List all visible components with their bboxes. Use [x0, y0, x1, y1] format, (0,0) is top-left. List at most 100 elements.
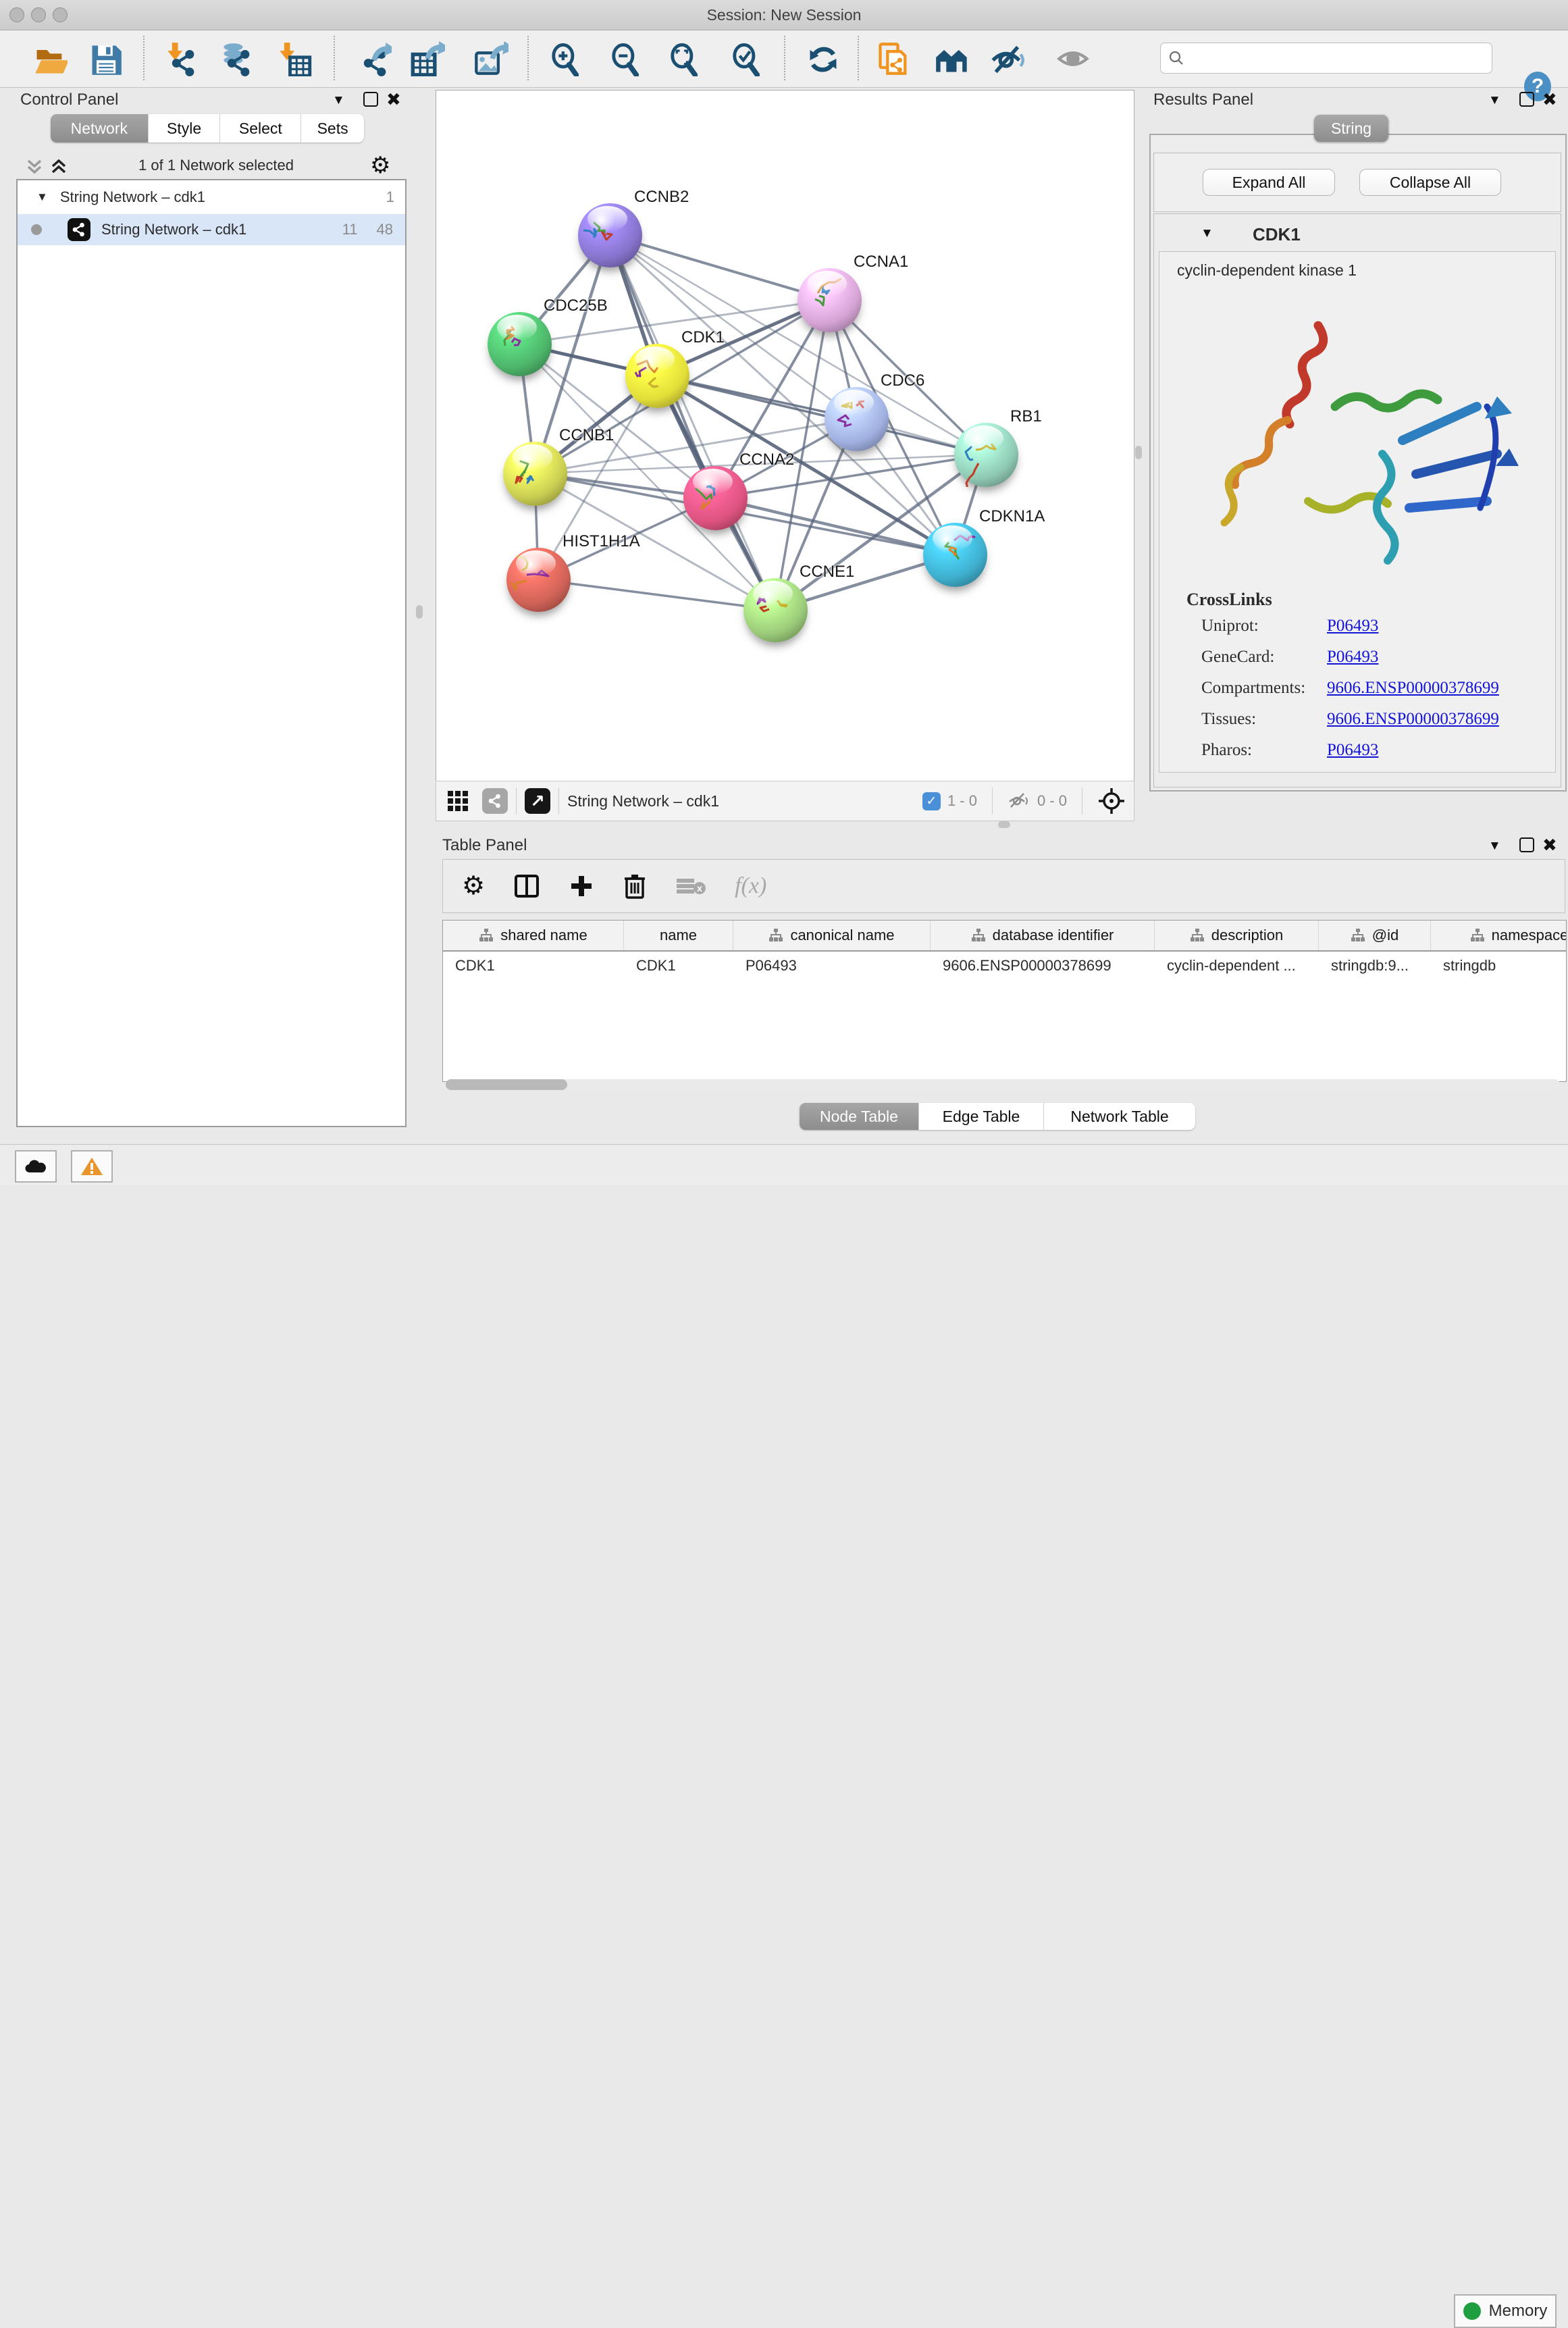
control-panel-float-icon[interactable] [363, 92, 378, 107]
network-options-gear-icon[interactable]: ⚙ [370, 154, 390, 177]
table-cell[interactable]: CDK1 [624, 952, 733, 980]
open-icon[interactable] [32, 41, 68, 76]
tab-string[interactable]: String [1314, 115, 1388, 142]
scrollbar-thumb[interactable] [446, 1079, 567, 1090]
node-RB1[interactable] [954, 423, 1018, 487]
toolbar-separator [527, 36, 529, 80]
create-column-icon[interactable] [569, 873, 594, 899]
expand-all-networks-icon[interactable] [49, 155, 69, 182]
crosslink-value[interactable]: P06493 [1327, 617, 1378, 636]
node-CCNB2[interactable] [578, 203, 642, 267]
fit-selected-crosshair-icon[interactable] [1097, 787, 1126, 815]
table-horizontal-scrollbar[interactable] [446, 1079, 1560, 1090]
node-CDK1[interactable] [625, 344, 689, 408]
results-panel-close-icon[interactable]: ✖ [1542, 90, 1557, 108]
tab-node-table[interactable]: Node Table [800, 1103, 919, 1130]
crosslink-value[interactable]: P06493 [1327, 648, 1378, 667]
column-header-namespace[interactable]: namespace [1431, 921, 1567, 950]
bottom-splitter-handle[interactable] [998, 821, 1010, 828]
node-HIST1H1A[interactable] [506, 548, 571, 612]
results-panel-float-icon[interactable] [1519, 92, 1534, 107]
zoom-selected-icon[interactable] [728, 41, 763, 76]
zoom-in-icon[interactable] [547, 41, 582, 76]
selected-checkbox-icon[interactable]: ✓ [922, 792, 941, 810]
crosslink-value[interactable]: 9606.ENSP00000378699 [1327, 710, 1499, 729]
hidden-eye-icon[interactable] [1008, 791, 1030, 811]
table-panel-close-icon[interactable]: ✖ [1542, 836, 1557, 854]
show-columns-icon[interactable] [513, 873, 540, 900]
export-network-icon[interactable] [357, 41, 392, 76]
node-CDKN1A[interactable] [923, 523, 987, 587]
warnings-button[interactable] [71, 1150, 113, 1183]
edge-CCNB2-CCNA1[interactable] [610, 235, 829, 300]
expand-all-button[interactable]: Expand All [1203, 169, 1335, 196]
tree-collapse-icon[interactable]: ▼ [36, 190, 48, 204]
edge-CCNB2-CCNE1[interactable] [610, 235, 775, 610]
node-CDC6[interactable] [825, 387, 889, 451]
table-panel-float-icon[interactable] [1519, 837, 1534, 852]
tab-select[interactable]: Select [220, 114, 301, 143]
node-CCNA1[interactable] [798, 268, 862, 332]
table-cell[interactable]: 9606.ENSP00000378699 [931, 952, 1155, 980]
copy-style-icon[interactable] [876, 41, 911, 76]
memory-button[interactable]: Memory [1454, 2294, 1557, 2328]
tab-sets[interactable]: Sets [301, 114, 364, 143]
table-cell[interactable]: cyclin-dependent ... [1155, 952, 1319, 980]
table-cell[interactable]: stringdb [1431, 952, 1567, 980]
delete-column-icon[interactable] [623, 872, 647, 900]
warning-icon [80, 1156, 103, 1176]
birdseye-view-icon[interactable]: ↗ [525, 788, 550, 814]
refresh-icon[interactable] [806, 41, 841, 76]
column-header-name[interactable]: name [624, 921, 733, 950]
tab-network-table[interactable]: Network Table [1044, 1103, 1195, 1130]
import-database-icon[interactable] [220, 41, 255, 76]
column-header-canonical-name[interactable]: canonical name [733, 921, 931, 950]
table-cell[interactable]: P06493 [733, 952, 931, 980]
crosslink-value[interactable]: 9606.ENSP00000378699 [1327, 679, 1499, 698]
zoom-fit-icon[interactable] [666, 41, 701, 76]
import-table-icon[interactable] [277, 41, 312, 76]
crosslink-value[interactable]: P06493 [1327, 741, 1378, 760]
network-tree-row[interactable]: String Network – cdk1 11 48 [18, 214, 405, 245]
results-panel-menu-icon[interactable]: ▼ [1488, 93, 1501, 108]
collapse-all-networks-icon[interactable] [24, 155, 45, 182]
column-header--id[interactable]: @id [1319, 921, 1431, 950]
search-input[interactable] [1160, 43, 1492, 74]
export-table-icon[interactable] [410, 41, 445, 76]
collapse-all-button[interactable]: Collapse All [1359, 169, 1501, 196]
eye-icon[interactable] [1056, 41, 1091, 76]
import-network-icon[interactable] [165, 41, 200, 76]
control-panel-menu-icon[interactable]: ▼ [332, 93, 345, 108]
edge-HIST1H1A-CCNE1[interactable] [538, 579, 775, 610]
node-CDC25B[interactable] [488, 312, 552, 376]
network-canvas[interactable]: CCNB2CCNA1CDC25BCDK1CDC6RB1CCNB1CCNA2CDK… [436, 90, 1134, 781]
table-cell[interactable]: CDK1 [443, 952, 624, 980]
table-row[interactable]: CDK1CDK1P064939606.ENSP00000378699cyclin… [443, 952, 1566, 980]
right-splitter-handle[interactable] [1135, 446, 1142, 459]
column-header-database-identifier[interactable]: database identifier [931, 921, 1155, 950]
table-cell[interactable]: stringdb:9... [1319, 952, 1431, 980]
grid-view-icon[interactable] [446, 787, 470, 815]
save-icon[interactable] [88, 41, 123, 76]
node-CCNE1[interactable] [743, 578, 808, 642]
table-options-gear-icon[interactable]: ⚙ [462, 873, 485, 899]
network-tree-root-row[interactable]: ▼ String Network – cdk1 1 [18, 180, 405, 214]
table-panel-menu-icon[interactable]: ▼ [1488, 839, 1501, 854]
hide-eye-icon[interactable] [990, 41, 1025, 76]
node-CCNA2[interactable] [683, 466, 748, 530]
column-header-description[interactable]: description [1155, 921, 1319, 950]
gene-collapse-icon[interactable]: ▼ [1201, 226, 1213, 241]
tab-network[interactable]: Network [51, 114, 149, 143]
tab-style[interactable]: Style [149, 114, 221, 143]
node-table[interactable]: shared namenamecanonical namedatabase id… [442, 920, 1567, 1082]
control-panel-close-icon[interactable]: ✖ [386, 90, 401, 108]
home-icon[interactable] [935, 41, 970, 76]
zoom-out-icon[interactable] [607, 41, 642, 76]
node-CCNB1[interactable] [503, 442, 567, 506]
tab-edge-table[interactable]: Edge Table [919, 1103, 1044, 1130]
cloud-status-button[interactable] [15, 1150, 57, 1183]
left-splitter-handle[interactable] [416, 605, 423, 619]
node-label-CCNB1: CCNB1 [559, 426, 614, 445]
export-image-icon[interactable] [473, 41, 508, 76]
column-header-shared-name[interactable]: shared name [443, 921, 624, 950]
